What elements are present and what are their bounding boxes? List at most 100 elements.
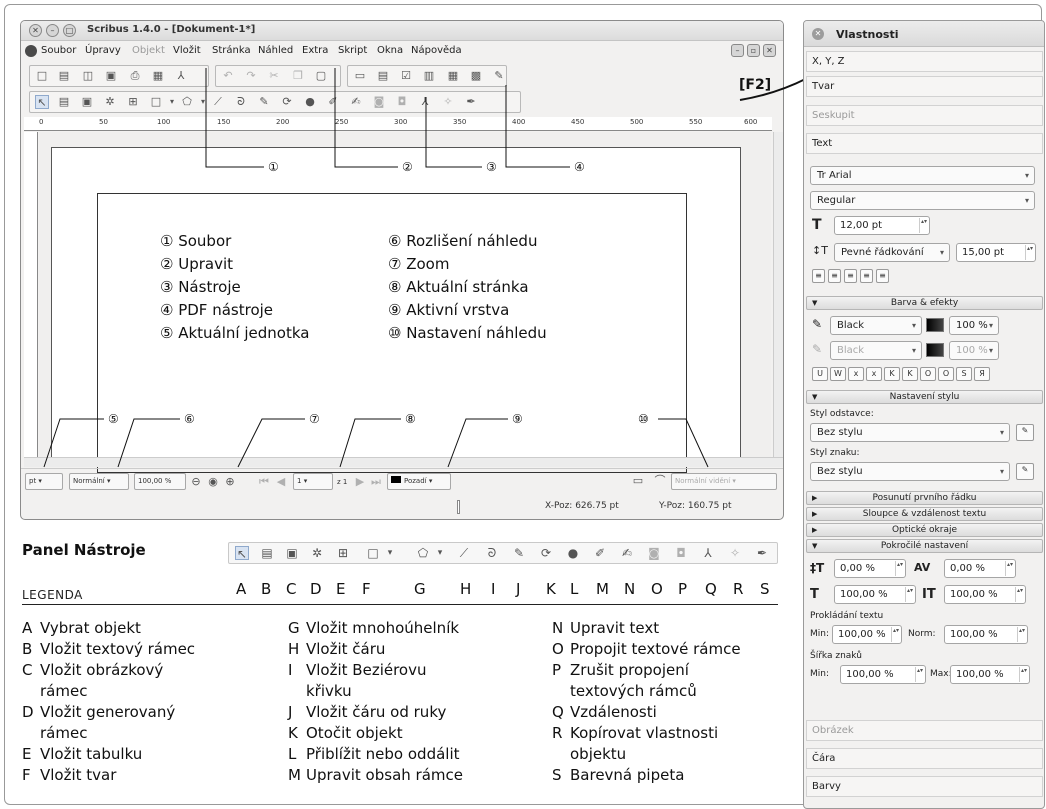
image-frame-tool-icon[interactable]: ▣: [285, 546, 299, 560]
horizontal-scrollbar[interactable]: [24, 457, 783, 467]
pdf-annotation-icon[interactable]: ▩: [469, 69, 483, 83]
preview-mode-select[interactable]: Normální vidění ▾: [671, 473, 777, 490]
render-frame-tool-icon[interactable]: ✲: [103, 95, 117, 109]
eyedropper-tool-icon[interactable]: ✒: [755, 546, 769, 560]
underline-words-icon[interactable]: W: [830, 367, 846, 381]
bezier-tool-icon[interactable]: ᘐ: [234, 95, 248, 109]
paste-icon[interactable]: ▢: [314, 69, 328, 83]
group-nastaveni-stylu[interactable]: ▼ Nastavení stylu: [806, 390, 1043, 404]
shape-tool-icon[interactable]: □: [366, 546, 380, 560]
fill-shade-select[interactable]: 100 % ▾: [949, 341, 999, 360]
doc-minimize-icon[interactable]: –: [731, 44, 744, 57]
sirka-min-input[interactable]: 100,00 % ▴▾: [840, 665, 926, 684]
strikethrough-icon[interactable]: O: [920, 367, 936, 381]
font-size-input[interactable]: 12,00 pt ▴▾: [834, 216, 930, 235]
eyedropper-tool-icon[interactable]: ✒: [464, 95, 478, 109]
polygon-tool-icon[interactable]: ⬠: [416, 546, 430, 560]
new-document-icon[interactable]: □: [35, 69, 49, 83]
measure-tool-icon[interactable]: ⅄: [701, 546, 715, 560]
minimize-window-button[interactable]: –: [46, 24, 59, 37]
undo-icon[interactable]: ↶: [221, 69, 235, 83]
scribus-app-icon[interactable]: [25, 45, 37, 57]
fill-color-select[interactable]: Black ▾: [830, 341, 922, 360]
pdf-textfield-icon[interactable]: ▤: [376, 69, 390, 83]
shape-tool-icon[interactable]: □: [149, 95, 163, 109]
menu-extra[interactable]: Extra: [302, 45, 328, 56]
align-center-icon[interactable]: ≡: [828, 269, 841, 283]
small-caps-icon[interactable]: K: [902, 367, 918, 381]
save-icon[interactable]: ▣: [104, 69, 118, 83]
vertical-ruler[interactable]: [24, 132, 38, 457]
align-left-icon[interactable]: ≡: [812, 269, 825, 283]
pdf-combobox-icon[interactable]: ▥: [422, 69, 436, 83]
redo-icon[interactable]: ↷: [244, 69, 258, 83]
zoom-out-icon[interactable]: ⊖: [189, 475, 203, 489]
superscript-icon[interactable]: x: [866, 367, 882, 381]
link-frames-tool-icon[interactable]: ◙: [647, 546, 661, 560]
horizontal-ruler[interactable]: 0 50 100 150 200 250 300 350 400 450 500…: [24, 117, 772, 131]
print-icon[interactable]: ⎙: [128, 69, 142, 83]
stroke-color-select[interactable]: Black ▾: [830, 316, 922, 335]
line-tool-icon[interactable]: ⟋: [211, 95, 225, 109]
unit-select[interactable]: pt ▾: [25, 473, 63, 490]
select-tool-icon[interactable]: ↖: [35, 95, 49, 109]
proklad-min-input[interactable]: 100,00 % ▴▾: [832, 625, 902, 644]
menu-stranka[interactable]: Stránka: [212, 45, 251, 56]
copy-properties-tool-icon[interactable]: ✧: [728, 546, 742, 560]
menu-vlozit[interactable]: Vložit: [173, 45, 201, 56]
stroke-shade-select[interactable]: 100 % ▾: [949, 316, 999, 335]
rotate-tool-icon[interactable]: ⟳: [539, 546, 553, 560]
polygon-dropdown-icon[interactable]: ▾: [196, 95, 210, 109]
vertical-scale-input[interactable]: 100,00 % ▴▾: [944, 585, 1026, 604]
shadow-icon[interactable]: S: [956, 367, 972, 381]
baseline-offset-input[interactable]: 0,00 % ▴▾: [834, 559, 906, 578]
underline-icon[interactable]: U: [812, 367, 828, 381]
copy-icon[interactable]: ❐: [291, 69, 305, 83]
tracking-input[interactable]: 0,00 % ▴▾: [944, 559, 1016, 578]
section-text[interactable]: Text: [806, 133, 1043, 154]
last-page-icon[interactable]: ⏭: [369, 475, 383, 489]
zoom-tool-icon[interactable]: ●: [303, 95, 317, 109]
rotate-tool-icon[interactable]: ⟳: [280, 95, 294, 109]
page-select[interactable]: 1 ▾: [293, 473, 333, 490]
align-justify-icon[interactable]: ≡: [860, 269, 873, 283]
shape-dropdown-icon[interactable]: ▾: [383, 546, 397, 560]
menu-upravy[interactable]: Úpravy: [85, 45, 121, 56]
shape-dropdown-icon[interactable]: ▾: [165, 95, 179, 109]
doc-close-icon[interactable]: ✕: [763, 44, 776, 57]
section-cara[interactable]: Čára: [806, 748, 1043, 769]
font-style-select[interactable]: Regular ▾: [810, 191, 1035, 210]
polygon-dropdown-icon[interactable]: ▾: [433, 546, 447, 560]
close-window-button[interactable]: ✕: [29, 24, 42, 37]
edit-content-tool-icon[interactable]: ✐: [326, 95, 340, 109]
pdf-listbox-icon[interactable]: ▦: [446, 69, 460, 83]
zoom-input[interactable]: 100,00 %: [134, 473, 186, 490]
proklad-norm-input[interactable]: 100,00 % ▴▾: [944, 625, 1028, 644]
menu-nahled[interactable]: Náhled: [258, 45, 293, 56]
zoom-100-icon[interactable]: ◉: [206, 475, 220, 489]
align-right-icon[interactable]: ≡: [844, 269, 857, 283]
edit-content-tool-icon[interactable]: ✐: [593, 546, 607, 560]
preflight-icon[interactable]: ▦: [151, 69, 165, 83]
pdf-checkbox-icon[interactable]: ☑: [399, 69, 413, 83]
text-frame-tool-icon[interactable]: ▤: [260, 546, 274, 560]
line-spacing-mode-select[interactable]: Pevné řádkování ▾: [834, 243, 950, 262]
select-tool-icon[interactable]: ↖: [235, 546, 249, 561]
paragraph-style-select[interactable]: Bez stylu ▾: [810, 423, 1010, 442]
edit-text-tool-icon[interactable]: ✍: [620, 546, 634, 560]
character-style-select[interactable]: Bez stylu ▾: [810, 462, 1010, 481]
first-page-icon[interactable]: ⏮: [257, 475, 271, 489]
group-sloupce[interactable]: ▶ Sloupce & vzdálenost textu: [806, 507, 1043, 521]
pdf-link-icon[interactable]: ✎: [492, 69, 506, 83]
vertical-scrollbar[interactable]: [773, 132, 783, 457]
preview-toggle-icon[interactable]: ▭: [631, 474, 645, 488]
subscript-icon[interactable]: x: [848, 367, 864, 381]
image-frame-tool-icon[interactable]: ▣: [80, 95, 94, 109]
table-tool-icon[interactable]: ⊞: [336, 546, 350, 560]
bezier-tool-icon[interactable]: ᘐ: [485, 546, 499, 560]
line-spacing-input[interactable]: 15,00 pt ▴▾: [956, 243, 1036, 262]
edit-text-tool-icon[interactable]: ✍: [349, 95, 363, 109]
section-barvy[interactable]: Barvy: [806, 776, 1043, 797]
layer-select[interactable]: Pozadí ▾: [387, 473, 451, 490]
link-frames-tool-icon[interactable]: ◙: [372, 95, 386, 109]
